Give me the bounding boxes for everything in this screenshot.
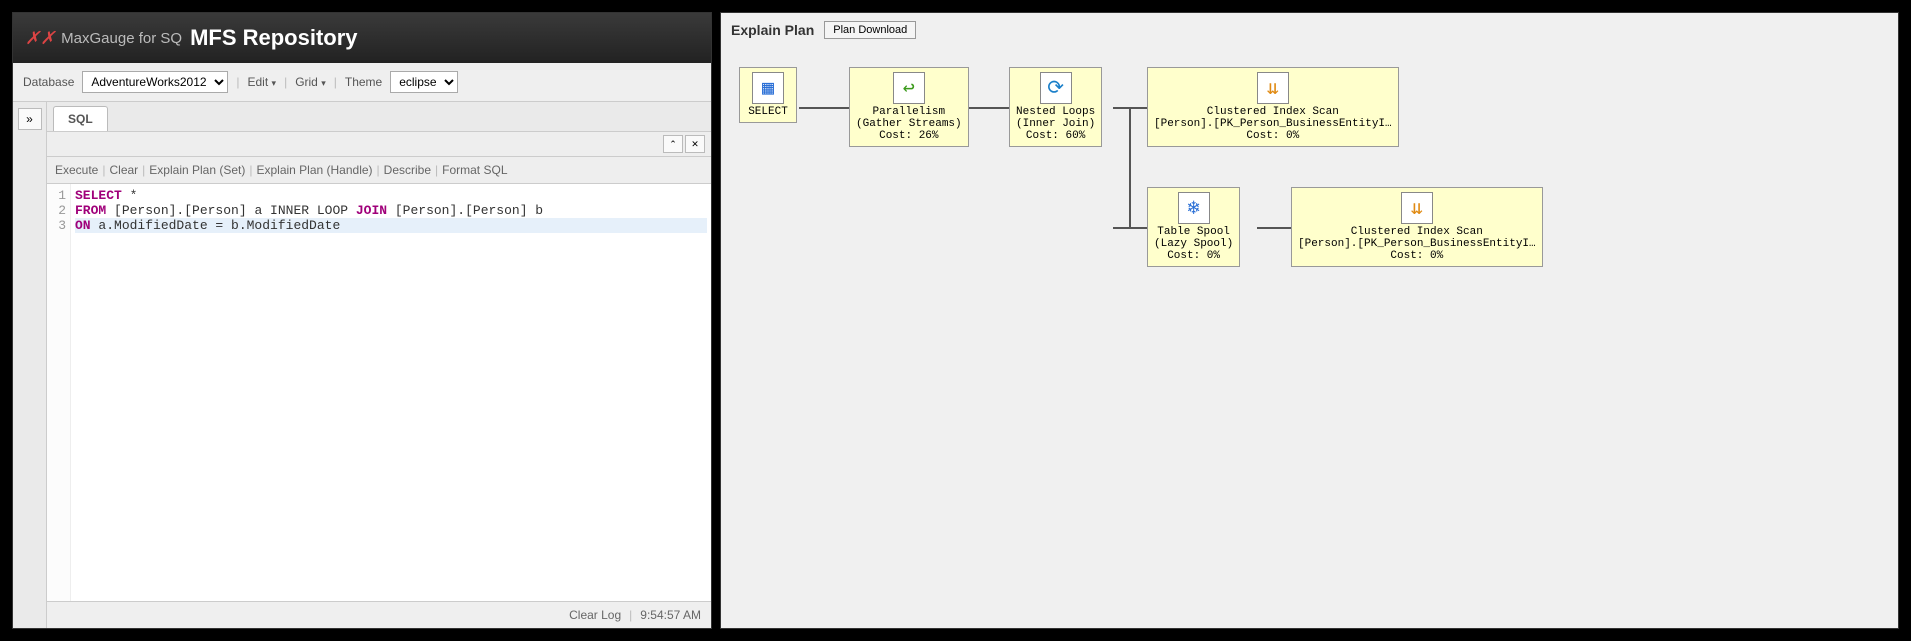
window-titlebar: ✗✗ MaxGauge for SQ MFS Repository xyxy=(13,13,711,63)
collapse-button[interactable]: ⌃ xyxy=(663,135,683,153)
time-label: 9:54:57 AM xyxy=(640,608,701,622)
loop-icon: ⟳ xyxy=(1040,72,1072,104)
explain-plan-pane: Explain Plan Plan Download ▦ SELECT ↩ Pa… xyxy=(720,12,1899,629)
gather-streams-icon: ↩ xyxy=(893,72,925,104)
plan-node-nested-loops[interactable]: ⟳ Nested Loops (Inner Join) Cost: 60% xyxy=(1009,67,1102,147)
app-name: MaxGauge for SQ xyxy=(61,30,182,47)
plan-node-table-spool[interactable]: ❄ Table Spool (Lazy Spool) Cost: 0% xyxy=(1147,187,1240,267)
plan-node-cix-scan-1[interactable]: ⇊ Clustered Index Scan [Person].[PK_Pers… xyxy=(1147,67,1399,147)
index-scan-icon: ⇊ xyxy=(1257,72,1289,104)
grid-menu[interactable]: Grid ▾ xyxy=(295,75,326,89)
connector xyxy=(1257,227,1291,229)
editor-gutter: 1 2 3 xyxy=(47,184,71,601)
plan-node-select[interactable]: ▦ SELECT xyxy=(739,67,797,123)
sidebar-strip: » xyxy=(13,102,47,628)
edit-menu[interactable]: Edit ▾ xyxy=(248,75,277,89)
execute-button[interactable]: Execute xyxy=(55,163,98,177)
table-icon: ▦ xyxy=(752,72,784,104)
describe-button[interactable]: Describe xyxy=(384,163,431,177)
format-sql-button[interactable]: Format SQL xyxy=(442,163,507,177)
explain-handle-button[interactable]: Explain Plan (Handle) xyxy=(256,163,372,177)
tab-strip: SQL xyxy=(47,102,711,132)
plan-node-cix-scan-2[interactable]: ⇊ Clustered Index Scan [Person].[PK_Pers… xyxy=(1291,187,1543,267)
app-logo-icon: ✗✗ xyxy=(25,28,55,49)
database-label: Database xyxy=(23,75,74,89)
clear-button[interactable]: Clear xyxy=(109,163,138,177)
clear-log-button[interactable]: Clear Log xyxy=(569,608,621,622)
theme-label: Theme xyxy=(345,75,382,89)
chevron-down-icon: ▾ xyxy=(321,78,326,88)
connector xyxy=(1129,107,1131,229)
chevron-down-icon: ▾ xyxy=(272,78,277,88)
connector xyxy=(969,107,1009,109)
explain-header: Explain Plan Plan Download xyxy=(731,21,1888,39)
action-bar: Execute| Clear| Explain Plan (Set)| Expl… xyxy=(47,157,711,184)
explain-title: Explain Plan xyxy=(731,22,814,38)
plan-download-button[interactable]: Plan Download xyxy=(824,21,916,39)
index-scan-icon: ⇊ xyxy=(1401,192,1433,224)
sql-editor-window: ✗✗ MaxGauge for SQ MFS Repository Databa… xyxy=(12,12,712,629)
plan-canvas[interactable]: ▦ SELECT ↩ Parallelism (Gather Streams) … xyxy=(731,47,1888,620)
database-select[interactable]: AdventureWorks2012 xyxy=(82,71,228,93)
spool-icon: ❄ xyxy=(1178,192,1210,224)
tab-sql[interactable]: SQL xyxy=(53,106,108,131)
status-bar: Clear Log | 9:54:57 AM xyxy=(47,602,711,628)
expand-sidebar-button[interactable]: » xyxy=(18,108,42,130)
panel-toolbar: ⌃ ✕ xyxy=(47,132,711,157)
close-button[interactable]: ✕ xyxy=(685,135,705,153)
theme-select[interactable]: eclipse xyxy=(390,71,458,93)
connector xyxy=(799,107,849,109)
editor-code[interactable]: SELECT * FROM [Person].[Person] a INNER … xyxy=(71,184,711,601)
toolbar: Database AdventureWorks2012 | Edit ▾ | G… xyxy=(13,63,711,102)
explain-set-button[interactable]: Explain Plan (Set) xyxy=(149,163,245,177)
page-title: MFS Repository xyxy=(190,25,357,51)
plan-node-parallelism[interactable]: ↩ Parallelism (Gather Streams) Cost: 26% xyxy=(849,67,969,147)
sql-editor[interactable]: 1 2 3 SELECT * FROM [Person].[Person] a … xyxy=(47,184,711,602)
